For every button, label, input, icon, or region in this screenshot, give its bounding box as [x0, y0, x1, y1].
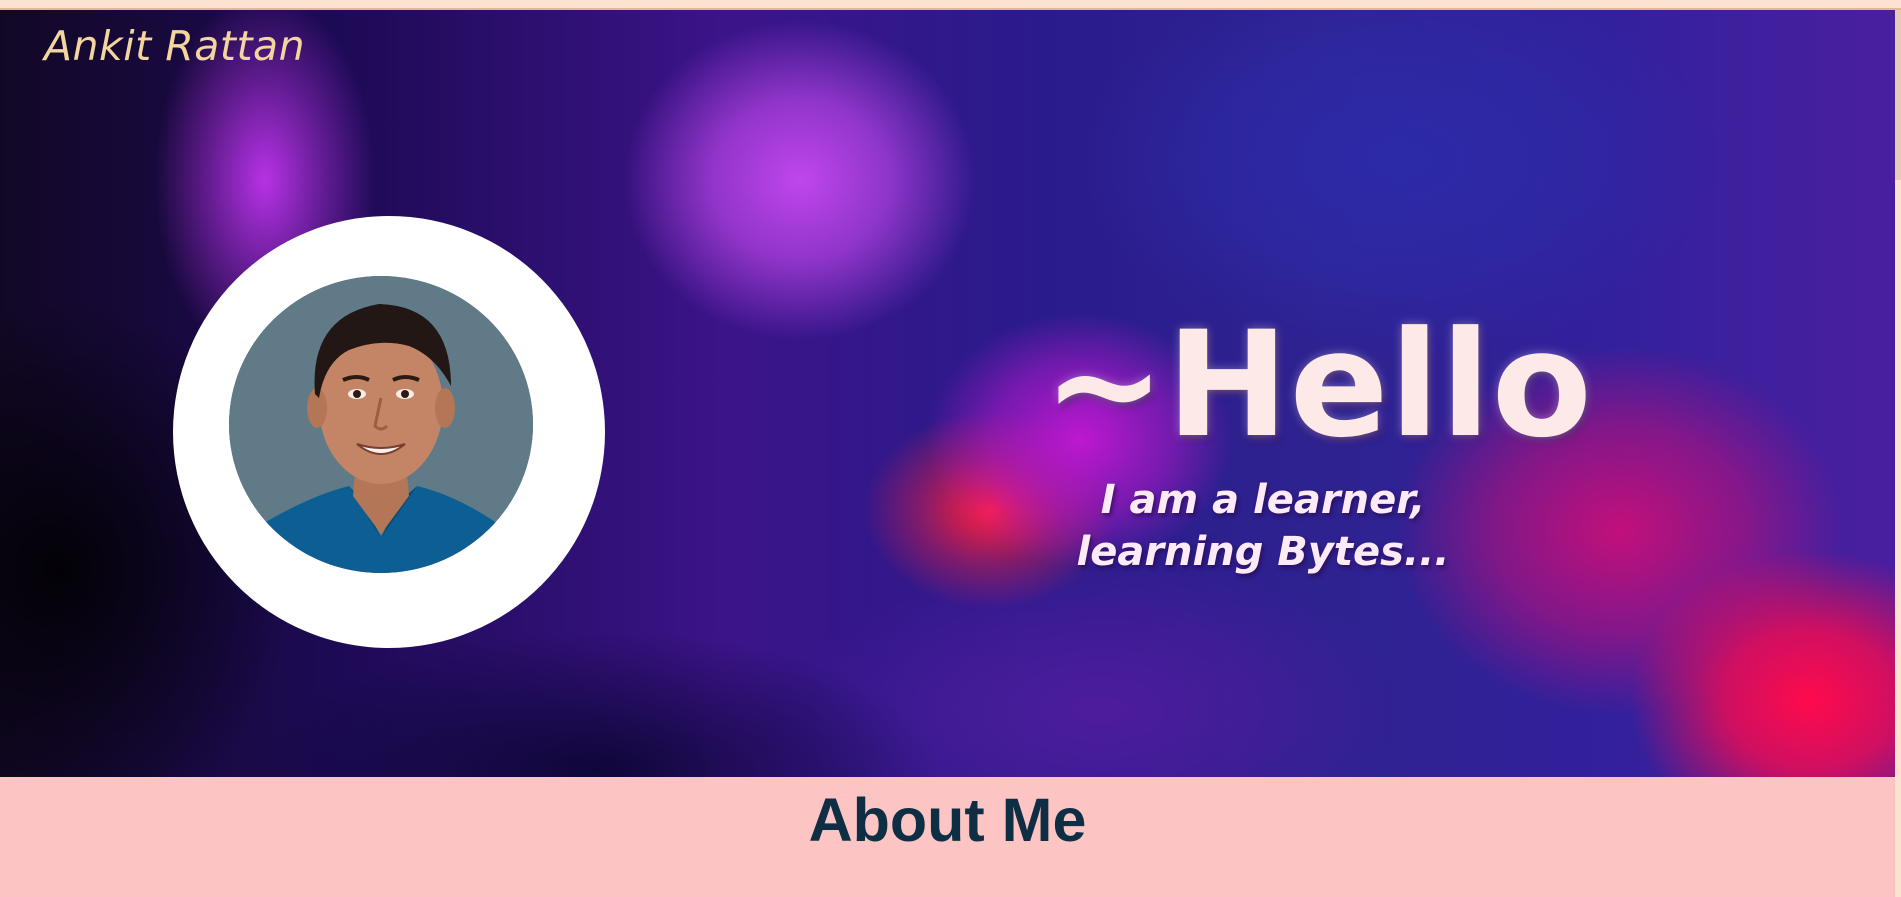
tagline-line-1: I am a learner,	[1100, 477, 1426, 523]
top-strip	[0, 0, 1901, 10]
about-title: About Me	[808, 786, 1087, 854]
avatar-photo	[229, 276, 533, 573]
tagline-line-2: learning Bytes...	[1076, 529, 1450, 575]
about-section: About Me	[0, 777, 1895, 897]
scrollbar[interactable]	[1895, 10, 1901, 897]
avatar	[229, 276, 533, 573]
brand-name[interactable]: Ankit Rattan	[44, 22, 305, 70]
hero-banner: Ankit Rattan ~Hello I am a learner, lear…	[0, 10, 1895, 777]
avatar-frame	[173, 216, 605, 648]
scrollbar-thumb[interactable]	[1895, 10, 1901, 180]
hero-tagline: I am a learner, learning Bytes...	[1073, 474, 1453, 578]
hero-greeting: ~Hello	[1043, 300, 1593, 470]
